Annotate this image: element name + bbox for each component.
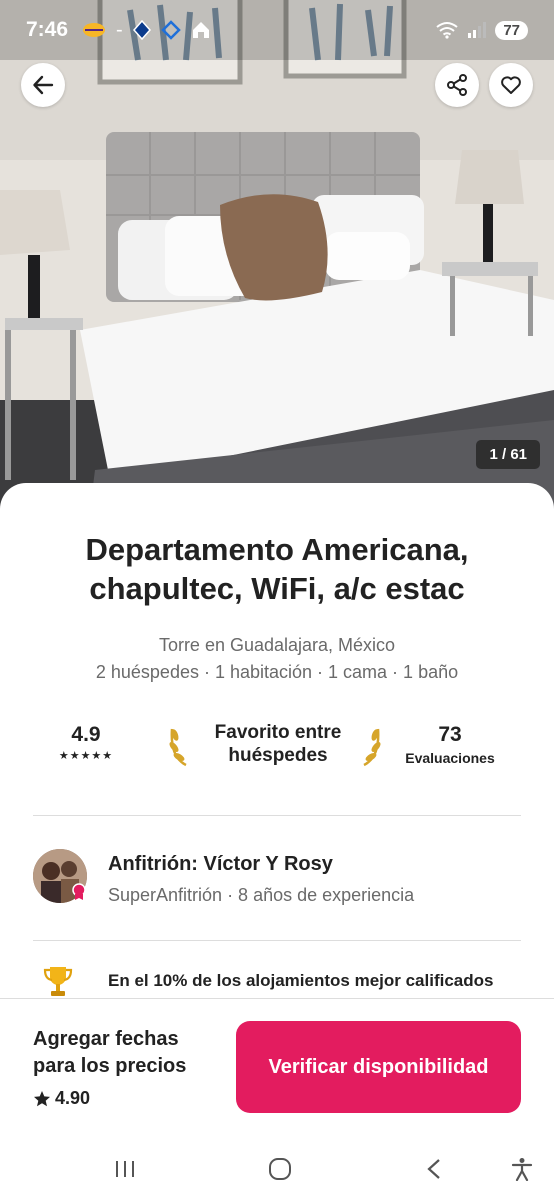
superhost-badge-icon [72,883,86,900]
highlight-text: En el 10% de los alojamientos mejor cali… [108,971,494,990]
status-separator: - [116,18,123,41]
status-time: 7:46 [26,18,69,41]
binance-logo-icon [160,20,181,40]
check-availability-button[interactable]: Verificar disponibilidad [236,1021,521,1113]
laurel-left-icon [169,728,187,767]
share-icon [447,74,467,96]
system-icons: 77 [435,20,528,40]
wifi-icon [436,22,458,39]
battery-level: 77 [503,21,520,39]
guest-favorite-stats[interactable]: 4.9 ★★★★★ Favorito entre huéspedes 73 Ev… [0,715,554,775]
home-app-icon [192,22,209,38]
trophy-icon [43,967,73,996]
laurel-right-icon [363,728,381,767]
battery-icon: 77 [495,20,528,40]
host-section[interactable]: Anfitrión: Víctor Y Rosy SuperAnfitrión … [33,845,521,907]
home-button[interactable] [260,1154,300,1184]
mavericks-logo-icon [132,20,151,40]
add-dates-link[interactable]: Agregar fechas para los precios [33,1026,223,1080]
divider [33,815,521,816]
lakers-logo-icon [83,23,106,37]
notification-icons: - [82,19,211,42]
system-navigation-bar [0,1140,554,1200]
host-name: Anfitrión: Víctor Y Rosy [108,853,333,875]
rating-value: 4.9 [71,723,101,746]
star-rating-icon: ★★★★★ [58,750,114,762]
heart-icon [501,76,521,94]
share-button[interactable] [435,63,479,107]
accessibility-button[interactable] [502,1154,542,1184]
reviews-label: Evaluaciones [405,750,495,766]
footer-rating: 4.90 [33,1088,90,1109]
rating-stat: 4.9 ★★★★★ [40,723,132,762]
footer-rating-value: 4.90 [55,1088,91,1108]
accessibility-icon [511,1158,533,1181]
reviews-count: 73 [438,723,462,746]
back-button[interactable] [21,63,65,107]
home-circle-icon [269,1158,291,1180]
listing-capacity: 2 huéspedes · 1 habitación · 1 cama · 1 … [95,662,459,682]
divider [33,940,521,941]
star-icon [34,1090,50,1106]
booking-footer: Agregar fechas para los precios 4.90 Ver… [0,998,554,1140]
save-favorite-button[interactable] [489,63,533,107]
signal-icon [468,22,487,38]
chevron-left-icon [427,1159,440,1179]
arrow-left-icon [33,75,54,95]
reviews-stat[interactable]: 73 Evaluaciones [398,723,502,766]
back-nav-button[interactable] [414,1154,454,1184]
status-bar: 7:46 - 77 [0,0,554,60]
photo-counter: 1 / 61 [476,440,540,469]
recent-apps-icon [116,1161,134,1177]
recent-apps-button[interactable] [105,1154,145,1184]
listing-location: Torre en Guadalajara, México [158,635,396,655]
listing-title: Departamento Americana, chapultec, WiFi,… [85,532,469,606]
host-experience: SuperAnfitrión · 8 años de experiencia [108,885,415,905]
listing-screen: 7:46 - 77 1 / 61 Departamento Americana,… [0,0,554,1200]
guest-favorite-label: Favorito entre huéspedes [214,722,342,766]
